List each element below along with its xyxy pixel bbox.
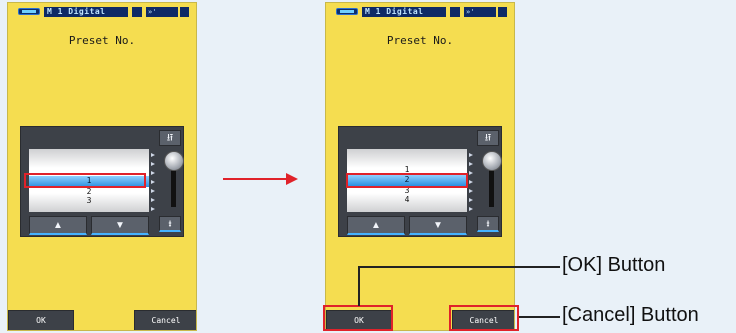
status-indicator xyxy=(132,7,142,17)
battery-icon xyxy=(336,8,358,15)
mode-indicator: M 1 Digital xyxy=(362,7,427,17)
scroll-knob[interactable] xyxy=(164,151,184,171)
mode-indicator: M 1 Digital xyxy=(44,7,109,17)
status-indicator xyxy=(450,7,460,17)
arrow-line xyxy=(223,178,289,180)
speaker-icon: »' xyxy=(464,7,496,17)
cancel-button[interactable]: Cancel xyxy=(134,310,196,330)
cancel-callout-line xyxy=(519,316,560,318)
selection-highlight xyxy=(24,173,146,188)
scroll-knob[interactable] xyxy=(482,151,502,171)
scroll-ticks xyxy=(469,153,475,211)
lock-icon xyxy=(180,7,189,17)
status-bar: M 1 Digital »' xyxy=(326,3,514,21)
scroll-top-button[interactable]: ⭿ xyxy=(159,130,181,146)
ok-callout-label: [OK] Button xyxy=(562,254,666,276)
selection-highlight xyxy=(346,173,468,188)
device-screen-after: M 1 Digital »' Preset No. ⭿ 1 2 3 4 ▲ ▼ … xyxy=(325,2,515,331)
lock-icon xyxy=(498,7,507,17)
status-bar: M 1 Digital »' xyxy=(8,3,196,21)
page-title: Preset No. xyxy=(386,34,454,47)
cancel-button-highlight xyxy=(449,305,519,331)
status-indicator xyxy=(106,7,128,17)
status-indicator xyxy=(424,7,446,17)
scroll-bottom-button[interactable]: ⭽ xyxy=(159,216,181,232)
battery-icon xyxy=(18,8,40,15)
page-title: Preset No. xyxy=(68,34,136,47)
down-button[interactable]: ▼ xyxy=(409,216,467,235)
up-button[interactable]: ▲ xyxy=(347,216,405,235)
arrow-right-icon xyxy=(286,173,298,185)
scroll-ticks xyxy=(151,153,157,211)
scroll-bottom-button[interactable]: ⭽ xyxy=(477,216,499,232)
list-item[interactable]: 4 xyxy=(347,195,467,204)
scroll-top-button[interactable]: ⭿ xyxy=(477,130,499,146)
down-button[interactable]: ▼ xyxy=(91,216,149,235)
list-item[interactable]: 2 xyxy=(29,187,149,196)
ok-button[interactable]: OK xyxy=(8,310,74,330)
device-screen-before: M 1 Digital »' Preset No. ⭿ 1 2 3 ▲ ▼ ⭽ … xyxy=(7,2,197,331)
ok-button-highlight xyxy=(323,305,393,331)
speaker-icon: »' xyxy=(146,7,178,17)
list-item[interactable]: 3 xyxy=(29,196,149,205)
cancel-callout-label: [Cancel] Button xyxy=(562,304,699,326)
up-button[interactable]: ▲ xyxy=(29,216,87,235)
ok-callout-line xyxy=(358,266,560,268)
ok-callout-line xyxy=(358,266,360,306)
